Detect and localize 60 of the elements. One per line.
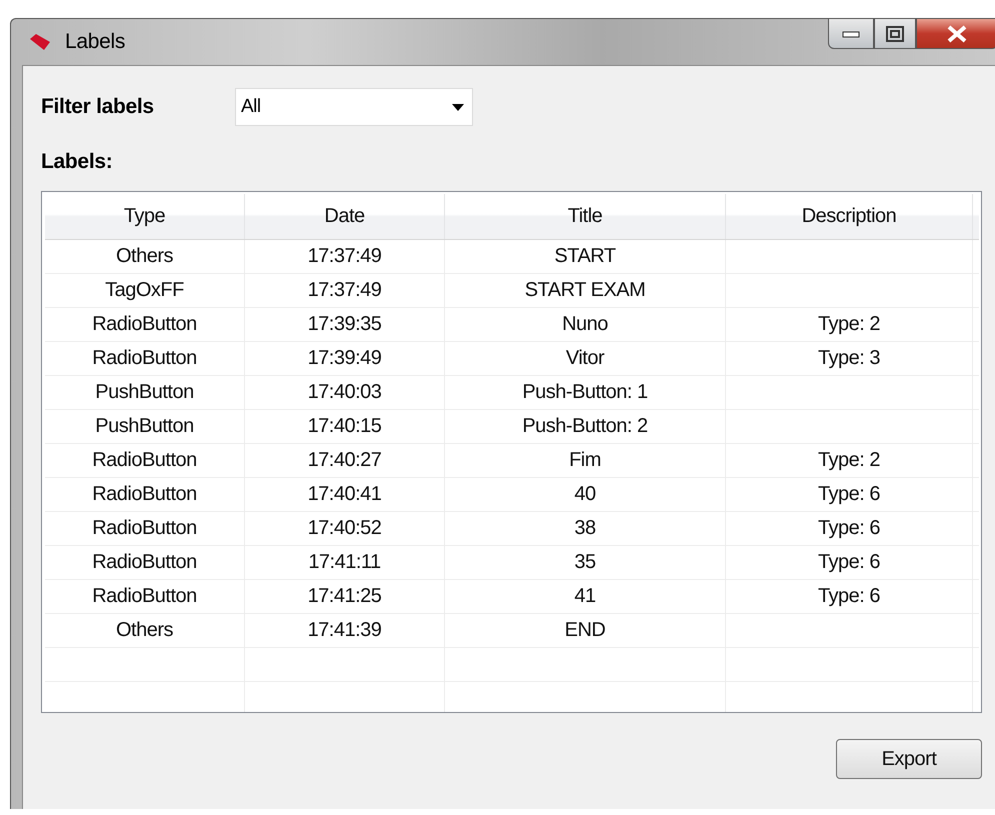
close-icon xyxy=(946,24,968,42)
filter-dropdown[interactable]: All xyxy=(235,88,473,126)
caret-icon xyxy=(452,104,464,110)
table-cell: 17:40:03 xyxy=(245,376,445,409)
table-cell: 17:40:41 xyxy=(245,478,445,511)
table-cell: RadioButton xyxy=(45,342,245,375)
table-cell: Type: 2 xyxy=(726,444,973,477)
filter-label: Filter labels xyxy=(41,95,155,119)
table-cell: Type: 6 xyxy=(726,512,973,545)
table-cell: END xyxy=(445,614,726,647)
table-cell: 17:39:49 xyxy=(245,342,445,375)
column-header[interactable]: Type xyxy=(45,194,245,239)
table-cell: RadioButton xyxy=(45,512,245,545)
table-cell: 17:40:27 xyxy=(245,444,445,477)
table-cell: 17:41:25 xyxy=(245,580,445,613)
table-cell: Vitor xyxy=(445,342,726,375)
table-cell: START xyxy=(445,240,726,273)
table-cell: 17:37:49 xyxy=(245,240,445,273)
table-cell: RadioButton xyxy=(45,478,245,511)
table-cell: Others xyxy=(45,240,245,273)
table-cell: RadioButton xyxy=(45,546,245,579)
minimize-button[interactable] xyxy=(828,19,874,49)
maximize-icon xyxy=(886,26,904,42)
column-header[interactable]: Description xyxy=(726,194,973,239)
table-cell: 35 xyxy=(445,546,726,579)
list-label: Labels: xyxy=(41,150,114,174)
window-title: Labels xyxy=(65,30,126,54)
table-cell: PushButton xyxy=(45,376,245,409)
table-cell: 17:39:35 xyxy=(245,308,445,341)
minimize-icon xyxy=(842,30,860,38)
table-cell: 17:41:11 xyxy=(245,546,445,579)
table-cell: Push-Button: 1 xyxy=(445,376,726,409)
table-cell: Type: 6 xyxy=(726,478,973,511)
column-header[interactable]: Title xyxy=(445,194,726,239)
table-cell: 17:37:49 xyxy=(245,274,445,307)
table-cell: START EXAM xyxy=(445,274,726,307)
table-cell: RadioButton xyxy=(45,580,245,613)
table-cell: Nuno xyxy=(445,308,726,341)
table-cell: Fim xyxy=(445,444,726,477)
table-cell: 38 xyxy=(445,512,726,545)
table-cell: TagOxFF xyxy=(45,274,245,307)
table-cell: 40 xyxy=(445,478,726,511)
close-button[interactable] xyxy=(916,19,995,49)
column-header[interactable]: Date xyxy=(245,194,445,239)
tag-icon xyxy=(29,33,51,51)
table-cell: Type: 3 xyxy=(726,342,973,375)
table-cell: RadioButton xyxy=(45,444,245,477)
table-cell: RadioButton xyxy=(45,308,245,341)
export-button[interactable]: Export xyxy=(836,739,982,779)
table-cell: Type: 6 xyxy=(726,546,973,579)
table-cell: Type: 2 xyxy=(726,308,973,341)
maximize-button[interactable] xyxy=(874,19,916,49)
table-cell: 17:41:39 xyxy=(245,614,445,647)
table-cell: 17:40:52 xyxy=(245,512,445,545)
table-cell: Others xyxy=(45,614,245,647)
table-cell: PushButton xyxy=(45,410,245,443)
table-cell: Push-Button: 2 xyxy=(445,410,726,443)
table-cell: 41 xyxy=(445,580,726,613)
table-cell: Type: 6 xyxy=(726,580,973,613)
table-cell: 17:40:15 xyxy=(245,410,445,443)
